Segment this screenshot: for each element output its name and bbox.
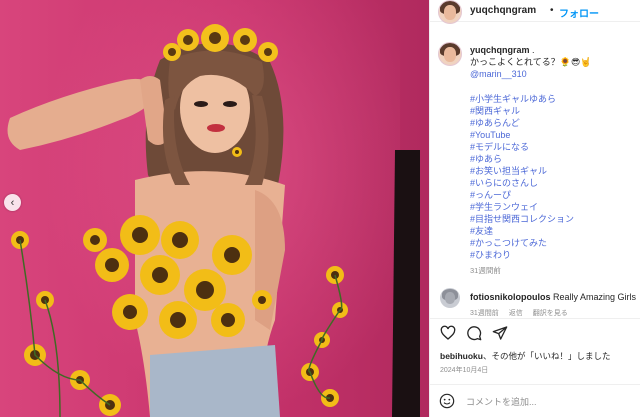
hashtag-list: #小学生ギャルゆあら #関西ギャル #ゆあらんど #YouTube #モデルにな… — [470, 93, 638, 261]
chevron-left-icon: ‹ — [10, 196, 15, 209]
likes-username[interactable]: bebihuoku — [440, 351, 483, 361]
header-username[interactable]: yuqchqngram — [470, 5, 536, 16]
arm-raised — [7, 78, 158, 150]
comment-reply-button[interactable]: 返信 — [509, 310, 523, 317]
comment-bubble-icon[interactable] — [466, 325, 482, 341]
likes-rest: 、その他が「いいね！」しました — [482, 351, 611, 361]
caption-mention-link[interactable]: @marin__310 — [470, 68, 638, 80]
hashtag-link[interactable]: #YouTube — [470, 129, 638, 141]
comment-timestamp: 31週間前 — [470, 310, 499, 317]
hashtag-link[interactable]: #ゆあらんど — [470, 117, 638, 129]
hashtag-link[interactable]: #ひまわり — [470, 249, 638, 261]
hashtag-link[interactable]: #友達 — [470, 225, 638, 237]
caption-timestamp: 31週間前 — [470, 266, 501, 275]
paper-plane-icon[interactable] — [492, 325, 508, 341]
denim-shorts — [150, 345, 280, 417]
commenter-avatar[interactable] — [440, 288, 460, 308]
hashtag-link[interactable]: #関西ギャル — [470, 105, 638, 117]
avatar[interactable] — [438, 0, 462, 24]
comment-body: Really Amazing Girls — [553, 292, 637, 302]
post-details-pane: yuqchqngram • フォロー yuqchqngram . かっこよくとれ… — [429, 0, 640, 417]
photo-scene — [7, 24, 420, 417]
previous-photo-button[interactable]: ‹ — [4, 194, 21, 211]
photo-sign — [392, 150, 420, 417]
hashtag-link[interactable]: #かっこつけてみた — [470, 237, 638, 249]
hashtag-link[interactable]: #っんーぴ — [470, 189, 638, 201]
follow-button[interactable]: フォロー — [559, 5, 599, 20]
caption-avatar[interactable] — [438, 42, 462, 66]
comment-username[interactable]: fotiosnikolopoulos — [470, 292, 551, 302]
comment-translate-button[interactable]: 翻訳を見る — [533, 310, 568, 317]
add-comment-bar[interactable]: コメントを追加... — [430, 384, 640, 417]
hashtag-link[interactable]: #目指せ関西コレクション — [470, 213, 638, 225]
hashtag-link[interactable]: #学生ランウェイ — [470, 201, 638, 213]
post-photo[interactable]: ‹ — [0, 0, 429, 417]
hashtag-link[interactable]: #ゆあら — [470, 153, 638, 165]
post-header: yuqchqngram • フォロー — [430, 0, 640, 24]
smiley-icon[interactable] — [439, 393, 455, 409]
comment-row: fotiosnikolopoulos Really Amazing Girls … — [430, 288, 640, 318]
caption-text: かっこよくとれてる？🌻😎🤘 — [470, 57, 592, 67]
hashtag-link[interactable]: #お笑い担当ギャル — [470, 165, 638, 177]
post-date: 2024年10月4日 — [440, 367, 489, 374]
hashtag-link[interactable]: #いらにのさんし — [470, 177, 638, 189]
comment-text: fotiosnikolopoulos Really Amazing Girls — [470, 292, 636, 302]
add-comment-input[interactable]: コメントを追加... — [466, 395, 537, 408]
caption-dot: . — [532, 45, 535, 55]
caption-body: yuqchqngram . かっこよくとれてる？🌻😎🤘 @marin__310 … — [470, 44, 638, 277]
caption-username[interactable]: yuqchqngram — [470, 45, 530, 55]
heart-icon[interactable] — [440, 325, 456, 341]
hashtag-link[interactable]: #小学生ギャルゆあら — [470, 93, 638, 105]
comment-meta: 31週間前 返信 翻訳を見る — [470, 308, 576, 318]
hashtag-link[interactable]: #モデルになる — [470, 141, 638, 153]
likes-summary: bebihuoku、その他が「いいね！」しました — [440, 350, 611, 362]
action-bar — [430, 318, 640, 344]
header-separator-dot: • — [550, 5, 554, 16]
